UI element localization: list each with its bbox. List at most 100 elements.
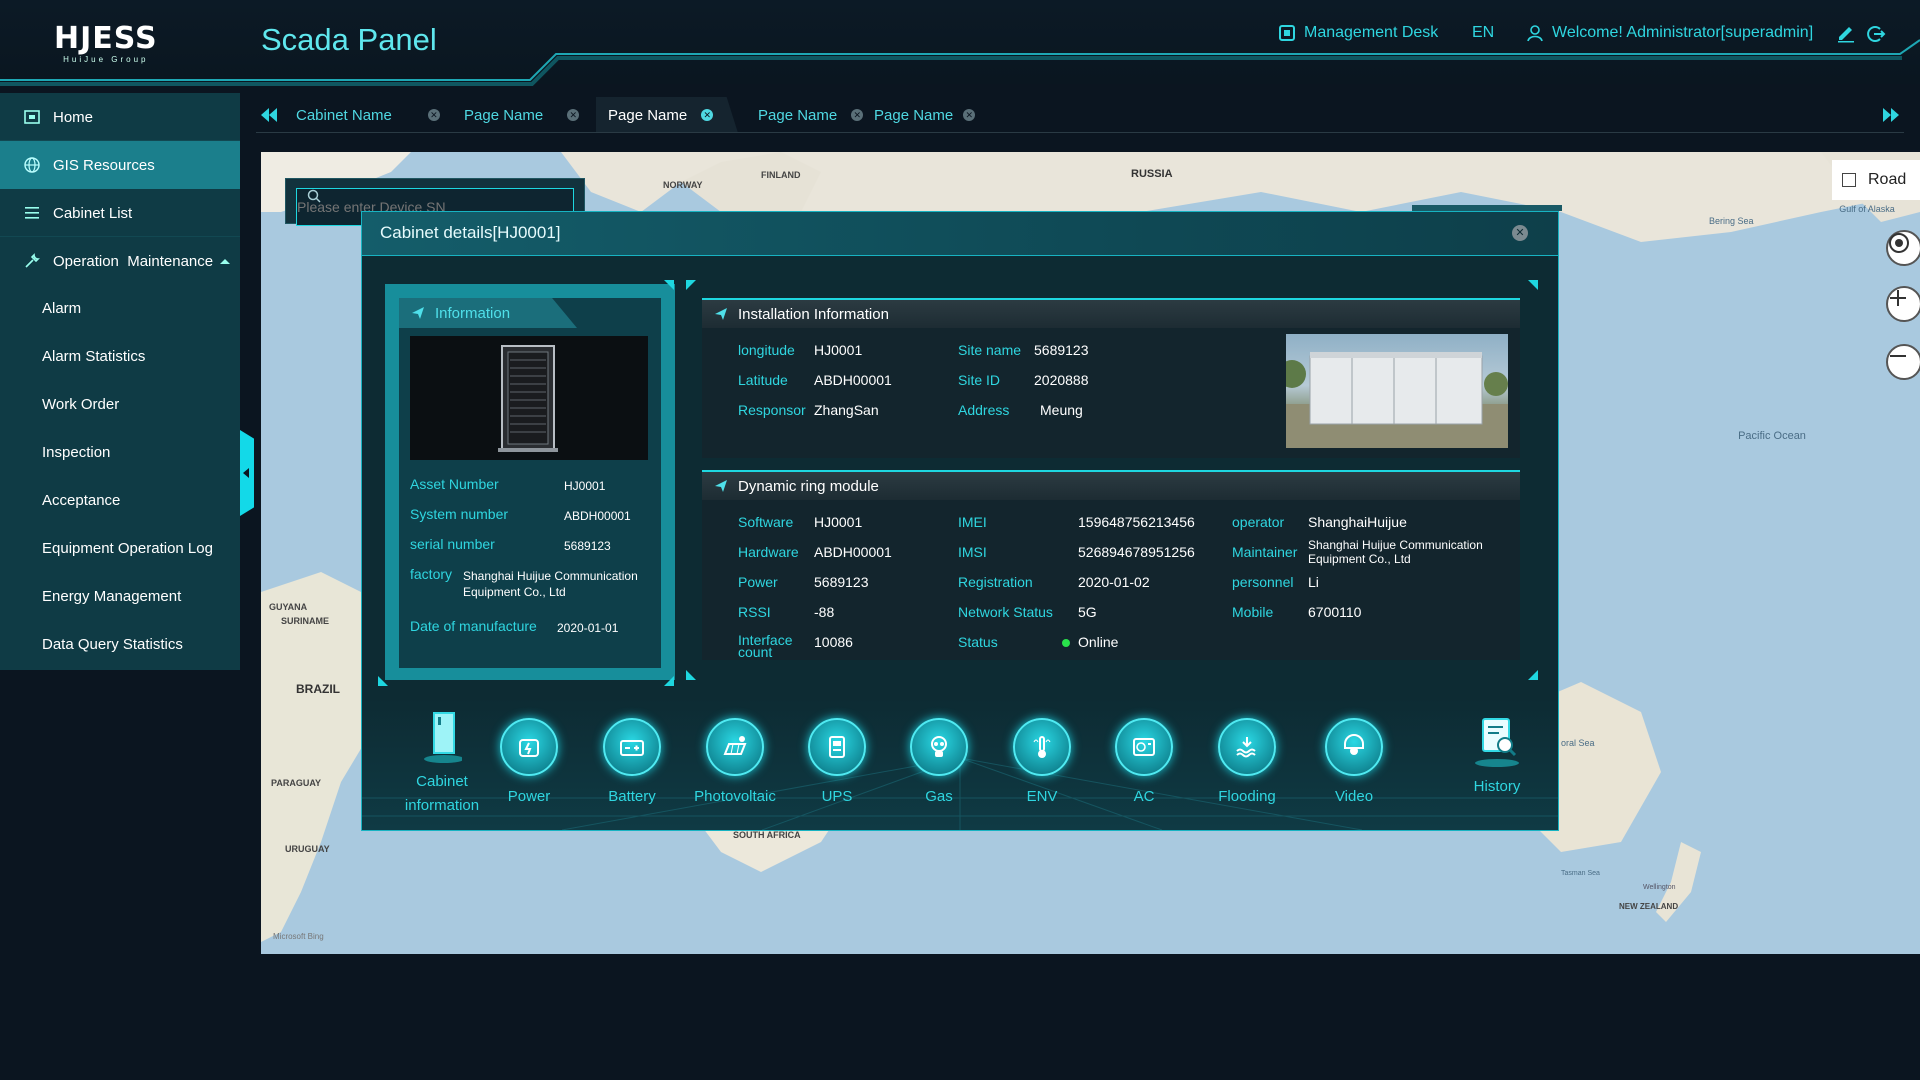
value-imsi: 526894678951256 [1078,544,1195,560]
label-address: Address [958,402,1010,418]
zoom-out-button[interactable] [1886,344,1920,380]
tab-page-name[interactable]: Page Name ✕ [874,97,976,133]
sidebar-item-operation-maintenance[interactable]: Operation Maintenance [0,237,240,285]
tab-page-name-active[interactable]: Page Name ✕ [596,97,738,133]
module-history[interactable]: History [1442,712,1552,795]
map-attribution: Microsoft Bing [273,932,324,941]
edit-icon[interactable] [1836,24,1856,44]
module-gas[interactable]: Gas [884,718,994,805]
camera-icon [1325,718,1383,776]
user-menu[interactable]: Welcome! Administrator[superadmin] [1526,22,1813,44]
module-ups[interactable]: UPS [782,718,892,805]
sidebar-item-label: Cabinet List [53,204,133,222]
sidebar-subitem-data-query-statistics[interactable]: Data Query Statistics [42,633,183,657]
module-label: Photovoltaic [694,788,776,805]
map-label-coral-sea: oral Sea [1561,738,1595,748]
sidebar-subitem-work-order[interactable]: Work Order [42,393,119,417]
module-power[interactable]: Power [474,718,584,805]
flood-icon [1218,718,1276,776]
tab-page-name[interactable]: Page Name ✕ [464,97,580,133]
close-icon[interactable]: ✕ [701,109,714,121]
sidebar-item-gis-resources[interactable]: GIS Resources [0,141,240,189]
info-label-factory: factory [410,566,453,582]
value-mobile: 6700110 [1308,604,1362,620]
online-status-dot [1062,639,1070,647]
module-video[interactable]: Video [1299,718,1409,805]
module-flooding[interactable]: Flooding [1192,718,1302,805]
minus-icon [1890,355,1906,357]
dialog-close-button[interactable]: ✕ [1512,225,1528,241]
dynamic-ring-module-section: Dynamic ring module Software HJ0001 Hard… [702,470,1520,660]
zoom-in-button[interactable] [1886,286,1920,322]
logo-subtext: HuiJue Group [63,55,149,64]
label-responsor: Responsor [738,402,806,418]
value-status: Online [1078,634,1119,650]
module-battery[interactable]: Battery [577,718,687,805]
sidebar-subitem-equipment-operation-log[interactable]: Equipment Operation Log [42,537,213,561]
module-ac[interactable]: AC [1089,718,1199,805]
checkbox-icon [1842,173,1856,187]
logout-icon[interactable] [1866,24,1886,44]
close-icon[interactable]: ✕ [963,109,976,121]
tab-cabinet-name[interactable]: Cabinet Name ✕ [296,97,440,133]
sidebar-subitem-alarm-statistics[interactable]: Alarm Statistics [42,345,145,369]
logo-text: HJESS [54,21,158,56]
map-label-paraguay: PARAGUAY [271,778,322,788]
management-desk-link[interactable]: Management Desk [1278,22,1438,44]
module-env[interactable]: ENV [987,718,1097,805]
close-icon[interactable]: ✕ [567,109,580,121]
locate-button[interactable] [1886,230,1920,266]
tabs-scroll-left-icon[interactable] [260,107,278,123]
ac-icon [1115,718,1173,776]
tabs-scroll-right-icon[interactable] [1882,107,1900,123]
label-registration: Registration [958,574,1033,590]
sidebar: Home GIS Resources Cabinet List Operatio… [0,93,240,670]
map-label-suriname: SURINAME [281,616,330,626]
corner-decoration [686,280,696,290]
language-switch[interactable]: EN [1472,22,1494,44]
label-interface-count: Interface count [738,632,793,660]
thermometer-icon [1013,718,1071,776]
chevron-left-icon [243,468,249,478]
sidebar-item-home[interactable]: Home [0,93,240,141]
map-label-russia: RUSSIA [1131,168,1173,180]
close-icon[interactable]: ✕ [851,109,864,121]
module-label: ENV [1026,788,1058,805]
map-label-tasman-sea: Tasman Sea [1561,870,1600,877]
sidebar-subitem-inspection[interactable]: Inspection [42,441,110,465]
label-site-id: Site ID [958,372,1001,388]
value-power: 5689123 [814,574,869,590]
battery-icon [603,718,661,776]
module-label: AC [1133,788,1155,805]
value-software: HJ0001 [814,514,863,530]
management-desk-label: Management Desk [1304,24,1439,41]
sidebar-item-label: Home [53,108,94,126]
sidebar-subitem-energy-management[interactable]: Energy Management [42,585,181,609]
map-label-brazil: BRAZIL [296,682,340,696]
welcome-text: Welcome! Administrator[superadmin] [1552,24,1814,41]
value-hardware: ABDH00001 [814,544,892,560]
close-icon[interactable]: ✕ [427,109,440,121]
map-style-toggle[interactable]: Road [1832,160,1920,200]
site-photo [1286,334,1508,448]
cabinet-illustration [498,345,558,452]
map-label-south-africa: SOUTH AFRICA [733,830,801,840]
tab-page-name[interactable]: Page Name ✕ [758,97,864,133]
map-label-bering-sea: Bering Sea [1709,216,1754,226]
info-label-serial-number: serial number [410,536,495,552]
dynamic-ring-module-header: Dynamic ring module [702,470,1520,500]
list-icon [25,207,39,219]
label-power: Power [738,574,778,590]
site-photo-illustration [1286,352,1508,448]
sidebar-item-cabinet-list[interactable]: Cabinet List [0,189,240,237]
information-tab-label: Information [435,304,511,322]
paper-plane-icon [715,308,727,320]
sidebar-subitem-alarm[interactable]: Alarm [42,297,81,321]
corner-decoration [686,670,696,680]
info-value-asset-number: HJ0001 [564,479,606,493]
sidebar-collapse-handle[interactable] [240,430,254,516]
corner-decoration [1528,670,1538,680]
label-rssi: RSSI [738,604,771,620]
module-photovoltaic[interactable]: Photovoltaic [680,718,790,805]
sidebar-subitem-acceptance[interactable]: Acceptance [42,489,120,513]
